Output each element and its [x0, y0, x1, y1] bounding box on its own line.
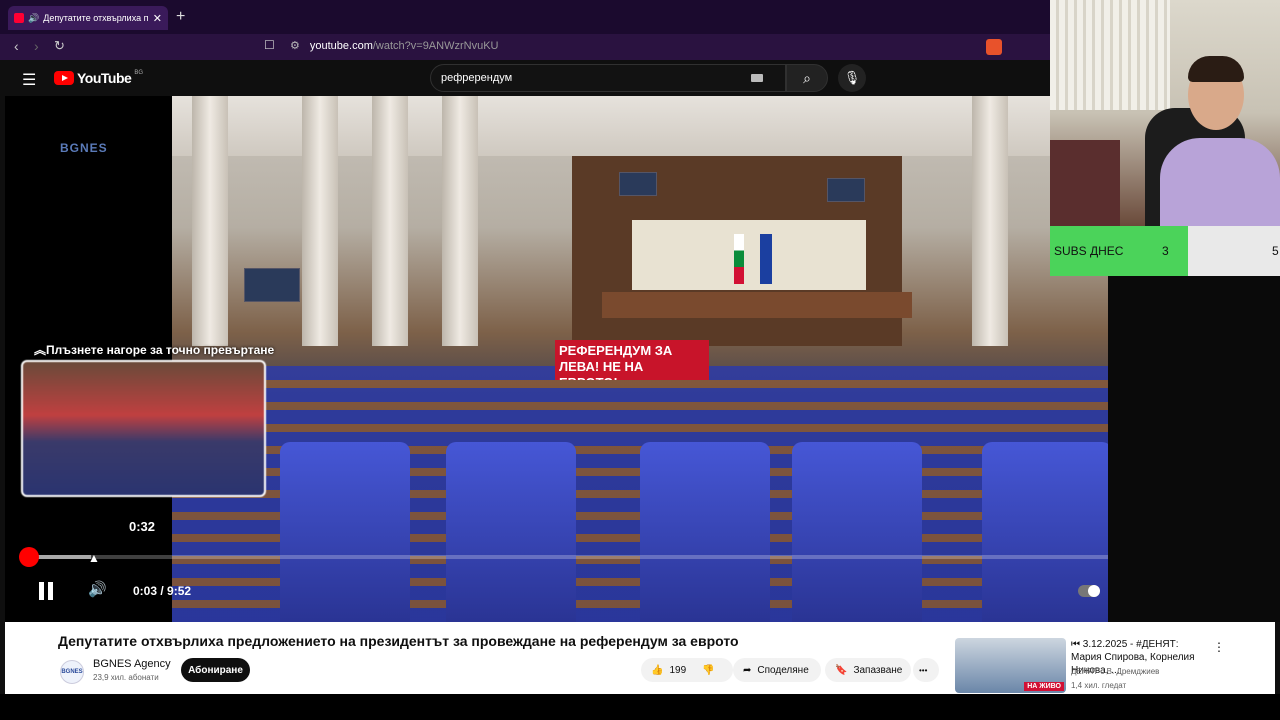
autoplay-toggle[interactable] — [1078, 585, 1100, 597]
recommendation-channel[interactable]: ДЕНЯТ с В. Дремджиев — [1071, 667, 1159, 676]
seek-preview-thumbnail — [21, 360, 266, 497]
youtube-wordmark: YouTube — [77, 70, 132, 86]
channel-avatar[interactable]: BGNES — [60, 660, 84, 684]
save-button[interactable]: 🔖 Запазване — [825, 658, 911, 682]
video-frame: РЕФЕРЕНДУМ ЗА ЛЕВА! НЕ НА ЕВРОТО! — [172, 96, 1108, 622]
seek-preview-time: 0:32 — [129, 519, 156, 534]
scene-column — [302, 96, 338, 346]
browser-tab[interactable]: 🔊 Депутатите отхвърлиха пред... ✕ — [8, 6, 168, 30]
streamer-body — [1160, 138, 1280, 226]
time-display: 0:03 / 9:52 — [133, 584, 191, 598]
scene-chair — [446, 442, 576, 622]
save-icon: 🔖 — [835, 664, 848, 676]
new-tab-button[interactable]: + — [176, 8, 185, 26]
search-query: рефререндум — [441, 72, 513, 84]
country-code: BG — [134, 70, 143, 76]
seek-hint-text: Плъзнете нагоре за точно превъртане — [46, 343, 275, 357]
dislike-icon[interactable]: 👎 — [702, 665, 714, 676]
duration: 9:52 — [167, 584, 192, 598]
progress-bar[interactable] — [29, 555, 1259, 559]
video-title: Депутатите отхвърлиха предложението на п… — [58, 633, 739, 649]
back-icon[interactable]: ‹ — [14, 38, 19, 54]
bgnes-watermark: BGNES — [60, 141, 108, 155]
voice-search-button[interactable]: 🎙 — [838, 64, 866, 92]
eu-flag — [760, 234, 772, 284]
webcam-shelf — [1050, 140, 1120, 226]
scene-podium — [602, 292, 912, 318]
scene-presidium-wall — [632, 220, 866, 290]
bottom-letterbox — [0, 694, 1280, 720]
video-info: Депутатите отхвърлиха предложението на п… — [5, 622, 1275, 694]
share-icon: ➦ — [743, 664, 752, 676]
seek-hint: ︽Плъзнете нагоре за точно превъртане — [34, 341, 274, 358]
more-actions-button[interactable]: ••• — [913, 658, 939, 682]
protest-banner: РЕФЕРЕНДУМ ЗА ЛЕВА! НЕ НА ЕВРОТО! — [555, 340, 709, 380]
webcam-curtain — [1050, 0, 1170, 110]
webcam-feed — [1050, 0, 1280, 226]
screen: 🔊 Депутатите отхвърлиха пред... ✕ + ‹ › … — [0, 0, 1280, 720]
subs-goal: 5 — [1272, 244, 1279, 258]
recommendation-views: 1,4 хил. гледат — [1071, 681, 1127, 690]
streamer — [1160, 56, 1280, 226]
live-badge: НА ЖИВО — [1024, 682, 1064, 691]
youtube-logo[interactable]: YouTube BG — [54, 70, 143, 86]
progress-scrubber[interactable] — [19, 547, 39, 567]
subs-label: SUBS ДНЕС — [1054, 244, 1124, 258]
reload-icon[interactable]: ↻ — [54, 38, 65, 54]
time-separator: / — [157, 584, 168, 598]
right-dark-panel — [1108, 276, 1280, 622]
speaker-icon[interactable]: 🔊 — [28, 13, 39, 24]
subscribe-button[interactable]: Абониране — [181, 658, 250, 682]
streamer-hair — [1188, 56, 1244, 82]
url-path: /watch?v=9ANWzrNvuKU — [372, 39, 499, 52]
mouse-cursor-icon: ▲ — [88, 551, 100, 565]
browser-tab-bar: 🔊 Депутатите отхвърлиха пред... ✕ + — [0, 0, 1052, 34]
scene-chair — [792, 442, 922, 622]
chevrons-up-icon: ︽ — [34, 343, 47, 357]
youtube-header: ☰ YouTube BG рефререндум ⌕ 🎙 — [0, 60, 1052, 96]
subs-goal-bar: SUBS ДНЕС 3 5 — [1050, 226, 1280, 276]
channel-name[interactable]: BGNES Agency — [93, 658, 171, 670]
current-time: 0:03 — [133, 584, 158, 598]
menu-icon[interactable]: ☰ — [22, 70, 36, 90]
tab-title: Депутатите отхвърлиха пред... — [43, 13, 149, 23]
share-button[interactable]: ➦ Споделяне — [733, 658, 821, 682]
scene-screen — [619, 172, 657, 196]
brave-shield-icon[interactable] — [986, 39, 1002, 55]
url-host: youtube.com — [309, 39, 373, 52]
recommendation-thumbnail[interactable]: НА ЖИВО — [955, 638, 1066, 693]
like-count[interactable]: 199 — [669, 665, 686, 676]
scene-screen — [827, 178, 865, 202]
close-tab-icon[interactable]: ✕ — [153, 12, 162, 25]
bulgarian-flag — [734, 234, 744, 284]
forward-icon[interactable]: › — [34, 38, 39, 54]
volume-icon[interactable]: 🔊 — [88, 580, 107, 598]
scene-column — [192, 96, 228, 346]
keyboard-icon[interactable] — [751, 74, 763, 82]
pause-button[interactable] — [38, 582, 54, 602]
search-input[interactable]: рефререндум — [430, 64, 786, 92]
url-field[interactable]: ⚙ youtube.com/watch?v=9ANWzrNvuKU — [290, 39, 499, 53]
share-label: Споделяне — [757, 664, 809, 676]
youtube-favicon-icon — [14, 13, 24, 23]
site-settings-icon[interactable]: ⚙ — [290, 39, 300, 52]
scene-screen — [244, 268, 300, 302]
scene-column — [372, 96, 408, 346]
scene-chair — [280, 442, 410, 622]
subscriber-count: 23,9 хил. абонати — [93, 673, 159, 682]
save-label: Запазване — [853, 664, 903, 676]
like-icon[interactable]: 👍 — [651, 665, 663, 676]
bookmark-icon[interactable]: ☐ — [264, 38, 275, 52]
recommendation-more-icon[interactable]: ⋮ — [1213, 640, 1225, 654]
scene-column — [442, 96, 478, 346]
like-dislike-group: 👍 199 👎 — [641, 658, 733, 682]
youtube-play-icon — [54, 71, 74, 85]
search-button[interactable]: ⌕ — [786, 64, 828, 92]
scene-chair — [640, 442, 770, 622]
mic-icon: 🎙 — [843, 70, 861, 85]
scene-column — [972, 96, 1008, 346]
search-icon: ⌕ — [803, 69, 811, 86]
subs-current: 3 — [1162, 244, 1169, 258]
address-bar: ‹ › ↻ ☐ ⚙ youtube.com/watch?v=9ANWzrNvuK… — [0, 34, 1052, 60]
